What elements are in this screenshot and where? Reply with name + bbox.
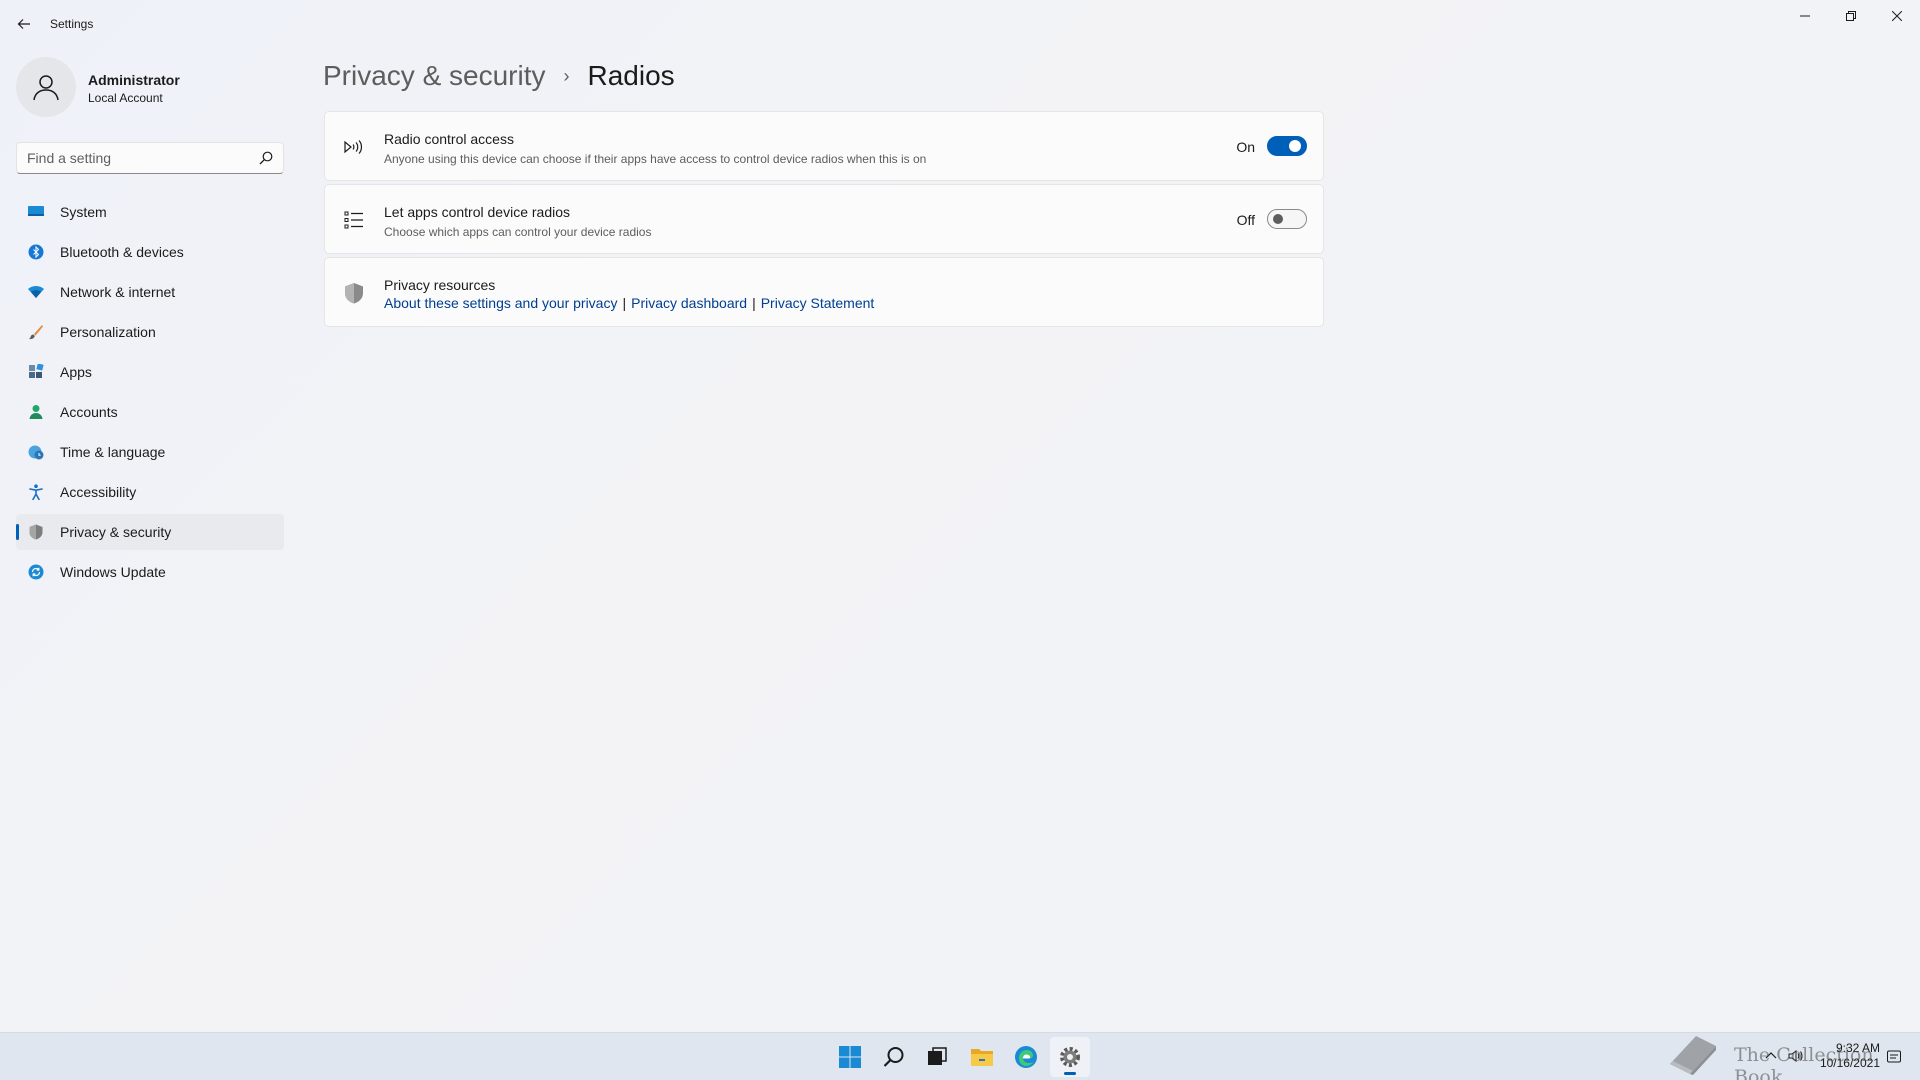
setting-title: Radio control access xyxy=(384,131,514,147)
minimize-button[interactable] xyxy=(1782,0,1828,32)
user-name: Administrator xyxy=(88,72,180,88)
privacy-resources-card: Privacy resources About these settings a… xyxy=(324,257,1324,327)
watermark: The Collection Book xyxy=(1666,1030,1906,1080)
search-icon xyxy=(259,151,273,165)
toggle-state-label: On xyxy=(1236,139,1255,155)
globe-clock-icon xyxy=(28,444,44,460)
list-icon xyxy=(343,209,365,231)
search-box[interactable] xyxy=(16,142,284,174)
toggle-knob xyxy=(1273,214,1283,224)
restore-icon xyxy=(1846,11,1856,21)
privacy-dashboard-link[interactable]: Privacy dashboard xyxy=(631,295,747,311)
settings-window: Settings Administrator Local Account Sys… xyxy=(0,0,1920,1032)
breadcrumb-separator: › xyxy=(563,65,570,86)
brush-icon xyxy=(28,324,44,340)
shield-icon xyxy=(28,524,44,540)
app-title: Settings xyxy=(50,17,94,31)
start-icon xyxy=(839,1046,861,1068)
shield-icon xyxy=(343,282,365,304)
title-bar: Settings xyxy=(0,0,1920,48)
user-icon xyxy=(33,75,59,101)
watermark-text: The Collection Book xyxy=(1734,1044,1874,1080)
close-icon xyxy=(1892,11,1902,21)
task-view-icon xyxy=(928,1047,947,1065)
back-button[interactable] xyxy=(10,10,38,38)
setting-description: Anyone using this device can choose if t… xyxy=(384,152,927,166)
system-icon xyxy=(28,204,44,220)
let-apps-control-radios-toggle[interactable] xyxy=(1267,209,1307,229)
avatar xyxy=(16,57,76,117)
page-title: Radios xyxy=(587,60,675,91)
sidebar-item-privacy-security[interactable]: Privacy & security xyxy=(16,514,284,550)
update-icon xyxy=(28,564,44,580)
breadcrumb: Privacy & security › Radios xyxy=(323,56,675,96)
settings-icon xyxy=(1060,1047,1080,1067)
setting-description: Choose which apps can control your devic… xyxy=(384,225,652,239)
settings-taskbar-button[interactable] xyxy=(1050,1037,1090,1077)
sidebar-item-network[interactable]: Network & internet xyxy=(16,274,284,310)
radio-control-access-toggle[interactable] xyxy=(1267,136,1307,156)
start-button[interactable] xyxy=(830,1037,870,1077)
book-icon xyxy=(1670,1036,1716,1075)
search-input[interactable] xyxy=(27,143,247,173)
privacy-links: About these settings and your privacy | … xyxy=(384,295,874,311)
setting-title: Let apps control device radios xyxy=(384,204,570,220)
bluetooth-icon xyxy=(28,244,44,260)
task-view-button[interactable] xyxy=(917,1037,957,1077)
close-button[interactable] xyxy=(1874,0,1920,32)
taskbar-search-button[interactable] xyxy=(874,1037,914,1077)
toggle-knob xyxy=(1289,140,1301,152)
sidebar-nav: System Bluetooth & devices Network & int… xyxy=(16,194,284,594)
user-profile[interactable]: Administrator Local Account xyxy=(16,57,286,119)
wifi-icon xyxy=(28,284,44,300)
radio-broadcast-icon xyxy=(343,136,365,158)
link-separator: | xyxy=(622,295,627,311)
privacy-statement-link[interactable]: Privacy Statement xyxy=(761,295,875,311)
accessibility-icon xyxy=(28,484,44,500)
radio-control-access-card: Radio control access Anyone using this d… xyxy=(324,111,1324,181)
file-explorer-icon xyxy=(971,1049,993,1066)
sidebar-item-windows-update[interactable]: Windows Update xyxy=(16,554,284,590)
let-apps-control-radios-card: Let apps control device radios Choose wh… xyxy=(324,184,1324,254)
search-icon xyxy=(883,1047,904,1067)
setting-title: Privacy resources xyxy=(384,277,496,293)
minimize-icon xyxy=(1800,15,1810,17)
taskbar: 9:32 AM 10/16/2021 xyxy=(0,1032,1920,1080)
accounts-icon xyxy=(28,404,44,420)
sidebar-item-personalization[interactable]: Personalization xyxy=(16,314,284,350)
edge-button[interactable] xyxy=(1006,1037,1046,1077)
breadcrumb-parent[interactable]: Privacy & security xyxy=(323,60,546,92)
sidebar-item-system[interactable]: System xyxy=(16,194,284,230)
edge-icon xyxy=(1015,1046,1037,1068)
apps-icon xyxy=(28,364,44,380)
sidebar-item-time-language[interactable]: Time & language xyxy=(16,434,284,470)
back-arrow-icon xyxy=(17,19,30,29)
file-explorer-button[interactable] xyxy=(962,1037,1002,1077)
sidebar-item-accessibility[interactable]: Accessibility xyxy=(16,474,284,510)
sidebar-item-bluetooth[interactable]: Bluetooth & devices xyxy=(16,234,284,270)
link-separator: | xyxy=(752,295,756,311)
about-privacy-link[interactable]: About these settings and your privacy xyxy=(384,295,617,311)
restore-button[interactable] xyxy=(1828,0,1874,32)
account-type: Local Account xyxy=(88,91,163,105)
toggle-state-label: Off xyxy=(1236,212,1255,228)
sidebar-item-apps[interactable]: Apps xyxy=(16,354,284,390)
sidebar-item-accounts[interactable]: Accounts xyxy=(16,394,284,430)
